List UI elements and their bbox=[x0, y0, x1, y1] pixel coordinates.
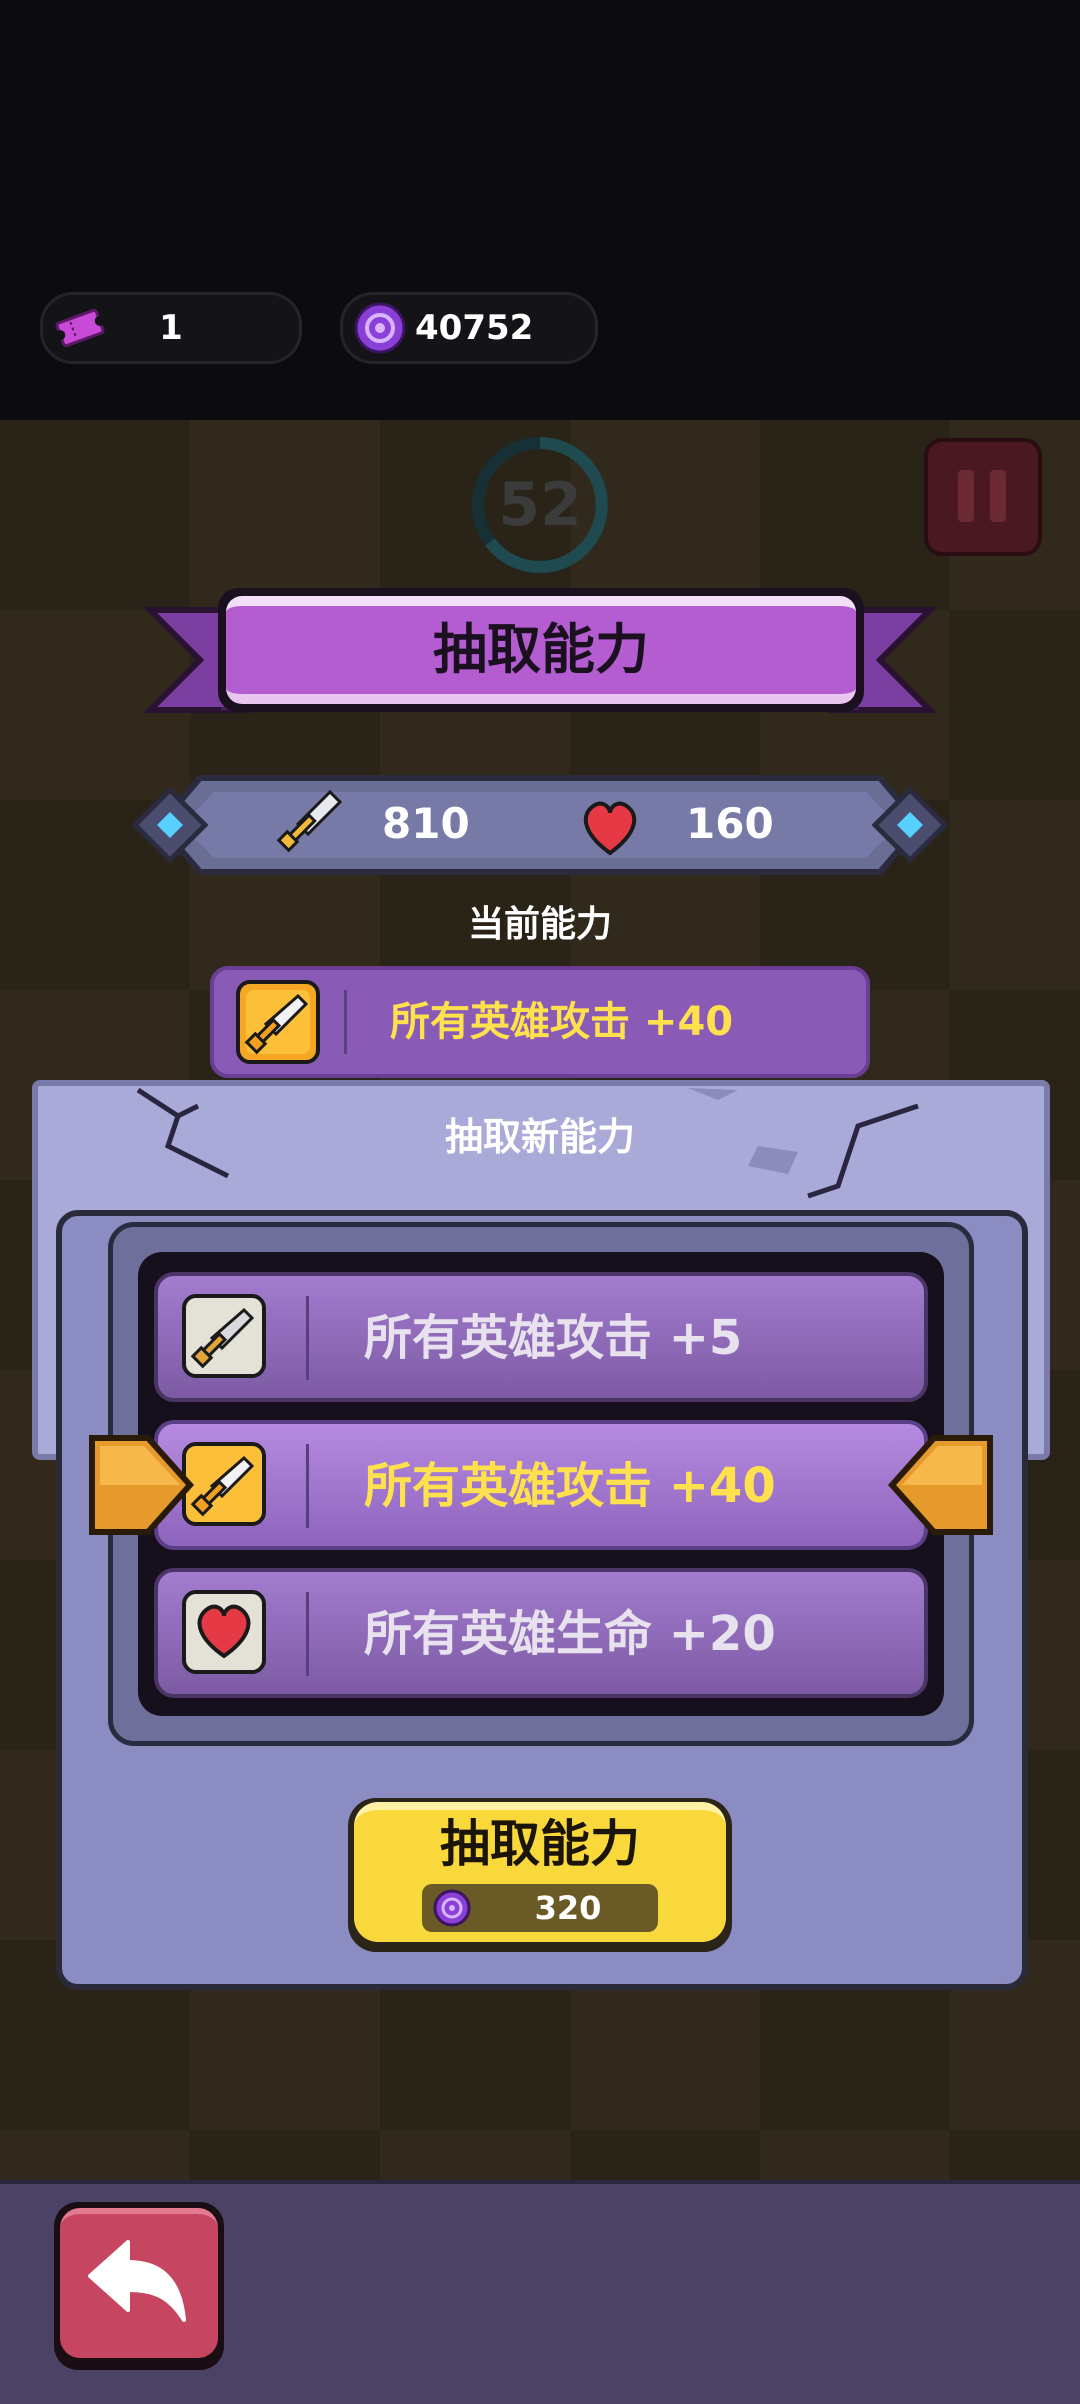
round-timer: 52 bbox=[460, 430, 620, 580]
health-stat: 160 bbox=[686, 799, 774, 848]
current-ability-card: 所有英雄攻击 +40 bbox=[210, 966, 870, 1078]
popup-title: 抽取能力 bbox=[433, 618, 649, 681]
pause-icon bbox=[958, 470, 974, 522]
orb-counter: 40752 bbox=[340, 292, 598, 364]
selector-arrow-right-icon bbox=[89, 1435, 195, 1535]
current-ability-label: 当前能力 bbox=[467, 904, 612, 945]
ability-option-1: 所有英雄攻击 +5 bbox=[154, 1272, 928, 1402]
heart-icon bbox=[182, 1590, 266, 1674]
hero-stats-bar bbox=[131, 775, 949, 875]
draw-new-label: 抽取新能力 bbox=[444, 1115, 635, 1159]
timer-seconds: 52 bbox=[498, 470, 582, 540]
ticket-count: 1 bbox=[159, 308, 183, 348]
pause-button[interactable] bbox=[924, 438, 1042, 556]
sword-icon bbox=[236, 980, 320, 1064]
current-ability-text: 所有英雄攻击 +40 bbox=[390, 999, 734, 1045]
ability-option-text: 所有英雄攻击 +5 bbox=[364, 1310, 743, 1366]
purple-orb-icon bbox=[354, 302, 406, 354]
back-button[interactable] bbox=[54, 2202, 224, 2370]
ability-option-2-selected: 所有英雄攻击 +40 bbox=[154, 1420, 928, 1550]
back-arrow-icon bbox=[88, 2240, 186, 2322]
popup-title-box: 抽取能力 bbox=[218, 588, 864, 712]
selector-arrow-left-icon bbox=[887, 1435, 993, 1535]
ability-option-3: 所有英雄生命 +20 bbox=[154, 1568, 928, 1698]
attack-stat: 810 bbox=[382, 799, 470, 848]
ticket-counter: 1 bbox=[40, 292, 302, 364]
draw-button-label: 抽取能力 bbox=[440, 1815, 640, 1873]
draw-cost-value: 320 bbox=[534, 1889, 602, 1927]
ability-option-text: 所有英雄攻击 +40 bbox=[364, 1458, 776, 1514]
orb-count: 40752 bbox=[415, 308, 534, 348]
ability-option-text: 所有英雄生命 +20 bbox=[364, 1606, 776, 1662]
draw-cost: 320 bbox=[422, 1884, 658, 1932]
purple-orb-icon bbox=[433, 1889, 471, 1927]
sword-icon bbox=[182, 1294, 266, 1378]
